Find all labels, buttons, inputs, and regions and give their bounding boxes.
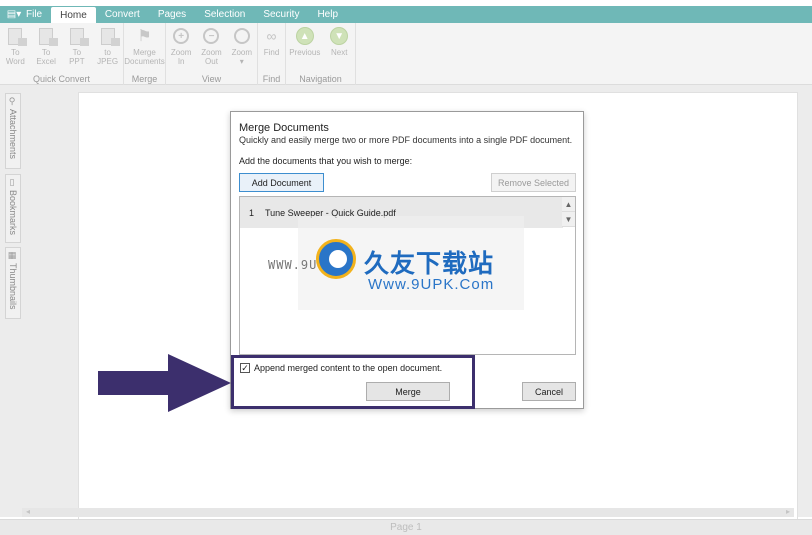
merge-documents-line2: Documents — [124, 57, 165, 66]
to-word-icon — [8, 27, 28, 46]
zoom-in-line1: Zoom — [170, 48, 192, 57]
zoom-icon — [233, 28, 250, 44]
status-bar: Page 1 — [0, 519, 812, 535]
list-scrollbar[interactable]: ▲ ▼ — [562, 197, 575, 228]
group-label-find: Find — [262, 74, 281, 84]
ribbon: To Word To Excel To PPT to JPEG Quick Co… — [0, 23, 812, 85]
sidetab-attachments[interactable]: ⚲ Attachments — [5, 93, 21, 169]
group-merge: ⚑ Merge Documents Merge — [124, 23, 166, 85]
to-jpeg-button[interactable]: to JPEG — [95, 26, 121, 66]
to-ppt-line1: To — [72, 48, 82, 57]
horizontal-scrollbar[interactable]: ◂ ▸ — [22, 507, 794, 517]
zoom-in-button[interactable]: + Zoom In — [168, 26, 194, 66]
menu-help[interactable]: Help — [308, 6, 347, 23]
watermark-url: Www.9UPK.Com — [368, 276, 495, 293]
next-button[interactable]: ▼ Next — [326, 26, 352, 57]
merge-documents-line1: Merge — [133, 48, 156, 57]
group-view: + Zoom In − Zoom Out Zoom ▾ View — [166, 23, 258, 85]
to-excel-line2: Excel — [36, 57, 56, 66]
thumbnails-icon: ▦ — [8, 251, 18, 261]
to-word-line2: Word — [5, 57, 25, 66]
annotation-highlight-box — [231, 355, 475, 409]
watermark-www: WWW.9U — [268, 258, 318, 272]
previous-button[interactable]: ▲ Previous — [289, 26, 321, 57]
cancel-button-label: Cancel — [534, 386, 563, 397]
menu-bar: ▤▾ File Home Convert Pages Selection Sec… — [0, 6, 812, 23]
scroll-left-icon[interactable]: ◂ — [26, 507, 30, 516]
to-excel-line1: To — [41, 48, 51, 57]
scroll-right-icon[interactable]: ▸ — [786, 507, 790, 516]
to-jpeg-line2: JPEG — [97, 57, 119, 66]
zoom-out-line2: Out — [205, 57, 218, 66]
add-document-label: Add Document — [251, 177, 312, 188]
to-ppt-button[interactable]: To PPT — [64, 26, 90, 66]
find-line1: Find — [263, 48, 280, 57]
sidetab-attachments-label: Attachments — [8, 109, 18, 160]
zoom-dropdown-line1: Zoom — [231, 48, 253, 57]
watermark-title: 久友下载站 — [364, 249, 495, 278]
chevron-down-icon: ▾ — [239, 57, 244, 66]
to-word-button[interactable]: To Word — [2, 26, 28, 66]
app-menu-icon[interactable]: ▤▾ — [0, 6, 22, 23]
paperclip-icon: ⚲ — [8, 97, 18, 107]
to-jpeg-icon — [100, 27, 120, 46]
to-excel-button[interactable]: To Excel — [33, 26, 59, 66]
arrow-up-icon: ▲ — [295, 27, 314, 45]
dialog-subtitle: Quickly and easily merge two or more PDF… — [239, 135, 573, 145]
group-label-navigation: Navigation — [299, 74, 342, 84]
group-quick-convert: To Word To Excel To PPT to JPEG Quick Co… — [0, 23, 124, 85]
to-ppt-line2: PPT — [69, 57, 85, 66]
cancel-button[interactable]: Cancel — [522, 382, 576, 401]
sidetab-thumbnails-label: Thumbnails — [8, 263, 18, 310]
next-line1: Next — [331, 48, 348, 57]
find-button[interactable]: ∞ Find — [259, 26, 285, 58]
group-label-merge: Merge — [131, 74, 158, 84]
annotation-arrow-icon — [98, 354, 231, 412]
sidetab-thumbnails[interactable]: ▦ Thumbnails — [5, 247, 21, 319]
dialog-instruction: Add the documents that you wish to merge… — [239, 156, 413, 166]
move-down-icon[interactable]: ▼ — [562, 212, 575, 227]
zoom-out-button[interactable]: − Zoom Out — [198, 26, 224, 66]
remove-selected-button[interactable]: Remove Selected — [491, 173, 576, 192]
menu-file[interactable]: File — [22, 6, 51, 23]
group-label-view: View — [201, 74, 222, 84]
to-jpeg-line1: to — [104, 48, 111, 57]
binoculars-icon: ∞ — [266, 27, 277, 44]
arrow-down-icon: ▼ — [330, 27, 349, 45]
menu-convert[interactable]: Convert — [96, 6, 149, 23]
menu-selection[interactable]: Selection — [195, 6, 254, 23]
merge-documents-icon: ⚑ — [137, 27, 152, 45]
zoom-in-icon: + — [173, 28, 190, 44]
group-navigation: ▲ Previous ▼ Next Navigation — [286, 23, 356, 85]
to-word-line1: To — [11, 48, 20, 57]
menu-security[interactable]: Security — [254, 6, 308, 23]
menu-home[interactable]: Home — [51, 7, 96, 23]
to-excel-icon — [39, 27, 59, 46]
list-item-index: 1 — [249, 207, 255, 218]
menu-pages[interactable]: Pages — [149, 6, 195, 23]
previous-line1: Previous — [289, 48, 321, 57]
zoom-in-line2: In — [177, 57, 185, 66]
sidetab-bookmarks-label: Bookmarks — [8, 190, 18, 236]
zoom-dropdown-button[interactable]: Zoom ▾ — [229, 26, 255, 66]
group-find: ∞ Find Find — [258, 23, 286, 85]
zoom-out-icon: − — [203, 28, 220, 44]
zoom-out-line1: Zoom — [201, 48, 222, 57]
sidetab-bookmarks[interactable]: ▯ Bookmarks — [5, 174, 21, 243]
group-label-quick-convert: Quick Convert — [32, 74, 91, 84]
bookmark-icon: ▯ — [8, 178, 18, 188]
page-indicator: Page 1 — [390, 522, 422, 533]
watermark: WWW.9U 久友下载站 Www.9UPK.Com — [268, 216, 524, 312]
watermark-logo-icon — [316, 239, 356, 279]
add-document-button[interactable]: Add Document — [239, 173, 324, 192]
merge-documents-button[interactable]: ⚑ Merge Documents — [124, 26, 165, 66]
dialog-title: Merge Documents — [239, 122, 329, 134]
remove-selected-label: Remove Selected — [497, 177, 570, 188]
to-ppt-icon — [69, 27, 89, 46]
move-up-icon[interactable]: ▲ — [562, 197, 575, 212]
